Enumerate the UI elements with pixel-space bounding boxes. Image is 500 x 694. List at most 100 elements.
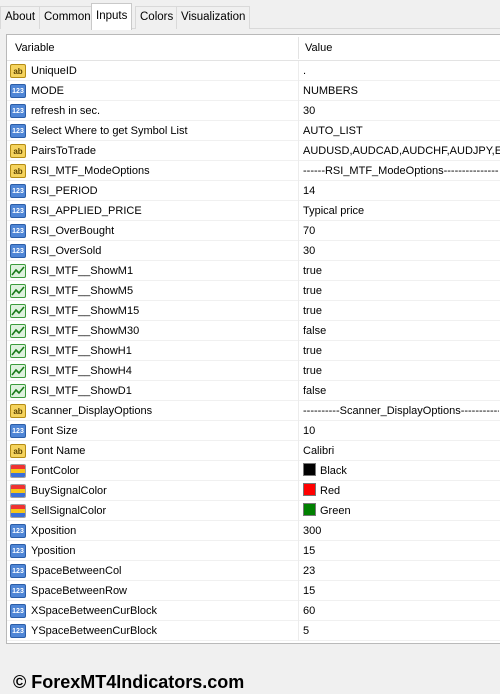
table-row[interactable]: 123 Xposition 300 — [7, 521, 500, 541]
table-row[interactable]: ab PairsToTrade AUDUSD,AUDCAD,AUDCHF,AUDJP… — [7, 141, 500, 161]
variable-name: XSpaceBetweenCurBlock — [31, 605, 157, 617]
variable-value[interactable]: Red — [303, 481, 500, 501]
variable-value[interactable]: . — [303, 61, 500, 81]
variable-value[interactable]: 60 — [303, 601, 500, 621]
value-column-header[interactable]: Value — [305, 35, 332, 61]
variable-column-header[interactable]: Variable — [15, 35, 55, 61]
table-row[interactable]: RSI_MTF__ShowM1 true — [7, 261, 500, 281]
table-row[interactable]: BuySignalColor Red — [7, 481, 500, 501]
table-row[interactable]: RSI_MTF__ShowM30 false — [7, 321, 500, 341]
bool-icon — [10, 304, 26, 318]
table-row[interactable]: 123 Yposition 15 — [7, 541, 500, 561]
variable-value[interactable]: false — [303, 381, 500, 401]
table-row[interactable]: RSI_MTF__ShowH4 true — [7, 361, 500, 381]
string-icon: ab — [10, 404, 26, 418]
variable-name: BuySignalColor — [31, 485, 107, 497]
table-row[interactable]: 123 SpaceBetweenRow 15 — [7, 581, 500, 601]
variable-name: RSI_MTF__ShowH4 — [31, 365, 132, 377]
cell-divider — [298, 261, 299, 281]
table-row[interactable]: 123 RSI_OverSold 30 — [7, 241, 500, 261]
cell-divider — [298, 141, 299, 161]
variable-name: RSI_MTF__ShowM1 — [31, 265, 134, 277]
table-row[interactable]: 123 RSI_APPLIED_PRICE Typical price — [7, 201, 500, 221]
integer-icon: 123 — [10, 584, 26, 598]
column-separator[interactable] — [298, 37, 299, 59]
variable-value[interactable]: ------RSI_MTF_ModeOptions---------------… — [303, 161, 499, 181]
variable-value[interactable]: Calibri — [303, 441, 500, 461]
variable-value[interactable]: AUDUSD,AUDCAD,AUDCHF,AUDJPY,EURUSD — [303, 141, 500, 161]
table-row[interactable]: ab Scanner_DisplayOptions ----------Scanne… — [7, 401, 500, 421]
table-row[interactable]: SellSignalColor Green — [7, 501, 500, 521]
table-row[interactable]: 123 YSpaceBetweenCurBlock 5 — [7, 621, 500, 641]
variable-value[interactable]: 300 — [303, 521, 500, 541]
table-row[interactable]: 123 MODE NUMBERS — [7, 81, 500, 101]
table-row[interactable]: 123 SpaceBetweenCol 23 — [7, 561, 500, 581]
enum-icon: 123 — [10, 204, 26, 218]
table-row[interactable]: 123 Select Where to get Symbol List AUTO_L… — [7, 121, 500, 141]
cell-divider — [298, 401, 299, 421]
variable-value[interactable]: false — [303, 321, 500, 341]
cell-divider — [298, 421, 299, 441]
cell-divider — [298, 161, 299, 181]
tab-common[interactable]: Common — [39, 6, 96, 29]
variable-value[interactable]: AUTO_LIST — [303, 121, 500, 141]
variable-value[interactable]: true — [303, 341, 500, 361]
table-row[interactable]: 123 refresh in sec. 30 — [7, 101, 500, 121]
cell-divider — [298, 301, 299, 321]
table-row[interactable]: 123 XSpaceBetweenCurBlock 60 — [7, 601, 500, 621]
table-row[interactable]: 123 RSI_OverBought 70 — [7, 221, 500, 241]
tab-inputs[interactable]: Inputs — [91, 3, 133, 30]
variable-name: RSI_OverSold — [31, 245, 102, 257]
variable-value[interactable]: true — [303, 361, 500, 381]
variable-value[interactable]: true — [303, 301, 500, 321]
string-icon: ab — [10, 444, 26, 458]
variable-name: FontColor — [31, 465, 80, 477]
variable-value[interactable]: true — [303, 261, 500, 281]
cell-divider — [298, 561, 299, 581]
variable-value[interactable]: 30 — [303, 241, 500, 261]
variable-value[interactable]: Typical price — [303, 201, 500, 221]
variable-name: Yposition — [31, 545, 76, 557]
tab-colors[interactable]: Colors — [135, 6, 179, 29]
tab-about[interactable]: About — [0, 6, 41, 29]
table-row[interactable]: RSI_MTF__ShowM5 true — [7, 281, 500, 301]
variable-name: YSpaceBetweenCurBlock — [31, 625, 157, 637]
variable-name: RSI_MTF_ModeOptions — [31, 165, 150, 177]
table-row[interactable]: ab UniqueID. — [7, 61, 500, 81]
cell-divider — [298, 101, 299, 121]
variable-name: PairsToTrade — [31, 145, 97, 157]
cell-divider — [298, 481, 299, 501]
variable-name: RSI_MTF__ShowD1 — [31, 385, 132, 397]
table-row[interactable]: ab Font Name Calibri — [7, 441, 500, 461]
integer-icon: 123 — [10, 564, 26, 578]
cell-divider — [298, 81, 299, 101]
variable-value[interactable]: Green — [303, 501, 500, 521]
bool-icon — [10, 344, 26, 358]
table-row[interactable]: FontColor Black — [7, 461, 500, 481]
table-row[interactable]: RSI_MTF__ShowD1 false — [7, 381, 500, 401]
table-row[interactable]: 123 Font Size 10 — [7, 421, 500, 441]
string-icon: ab — [10, 144, 26, 158]
cell-divider — [298, 341, 299, 361]
variable-value[interactable]: 23 — [303, 561, 500, 581]
variable-value[interactable]: 15 — [303, 581, 500, 601]
variable-value[interactable]: NUMBERS — [303, 81, 500, 101]
variable-value[interactable]: true — [303, 281, 500, 301]
tab-visualization[interactable]: Visualization — [176, 6, 251, 29]
table-row[interactable]: RSI_MTF__ShowM15 true — [7, 301, 500, 321]
variable-name: RSI_MTF__ShowM5 — [31, 285, 134, 297]
variable-value[interactable]: Black — [303, 461, 500, 481]
variable-value[interactable]: 70 — [303, 221, 500, 241]
variable-value[interactable]: 10 — [303, 421, 500, 441]
variable-value[interactable]: 14 — [303, 181, 500, 201]
table-row[interactable]: 123 RSI_PERIOD 14 — [7, 181, 500, 201]
variable-value[interactable]: 30 — [303, 101, 500, 121]
color-icon — [10, 464, 26, 478]
variable-value[interactable]: 5 — [303, 621, 500, 641]
table-row[interactable]: RSI_MTF__ShowH1 true — [7, 341, 500, 361]
table-row[interactable]: ab RSI_MTF_ModeOptions ------RSI_MTF_ModeO… — [7, 161, 500, 181]
variable-value[interactable]: ----------Scanner_DisplayOptions--------… — [303, 401, 499, 421]
variable-name: RSI_MTF__ShowM30 — [31, 325, 140, 337]
integer-icon: 123 — [10, 544, 26, 558]
variable-value[interactable]: 15 — [303, 541, 500, 561]
